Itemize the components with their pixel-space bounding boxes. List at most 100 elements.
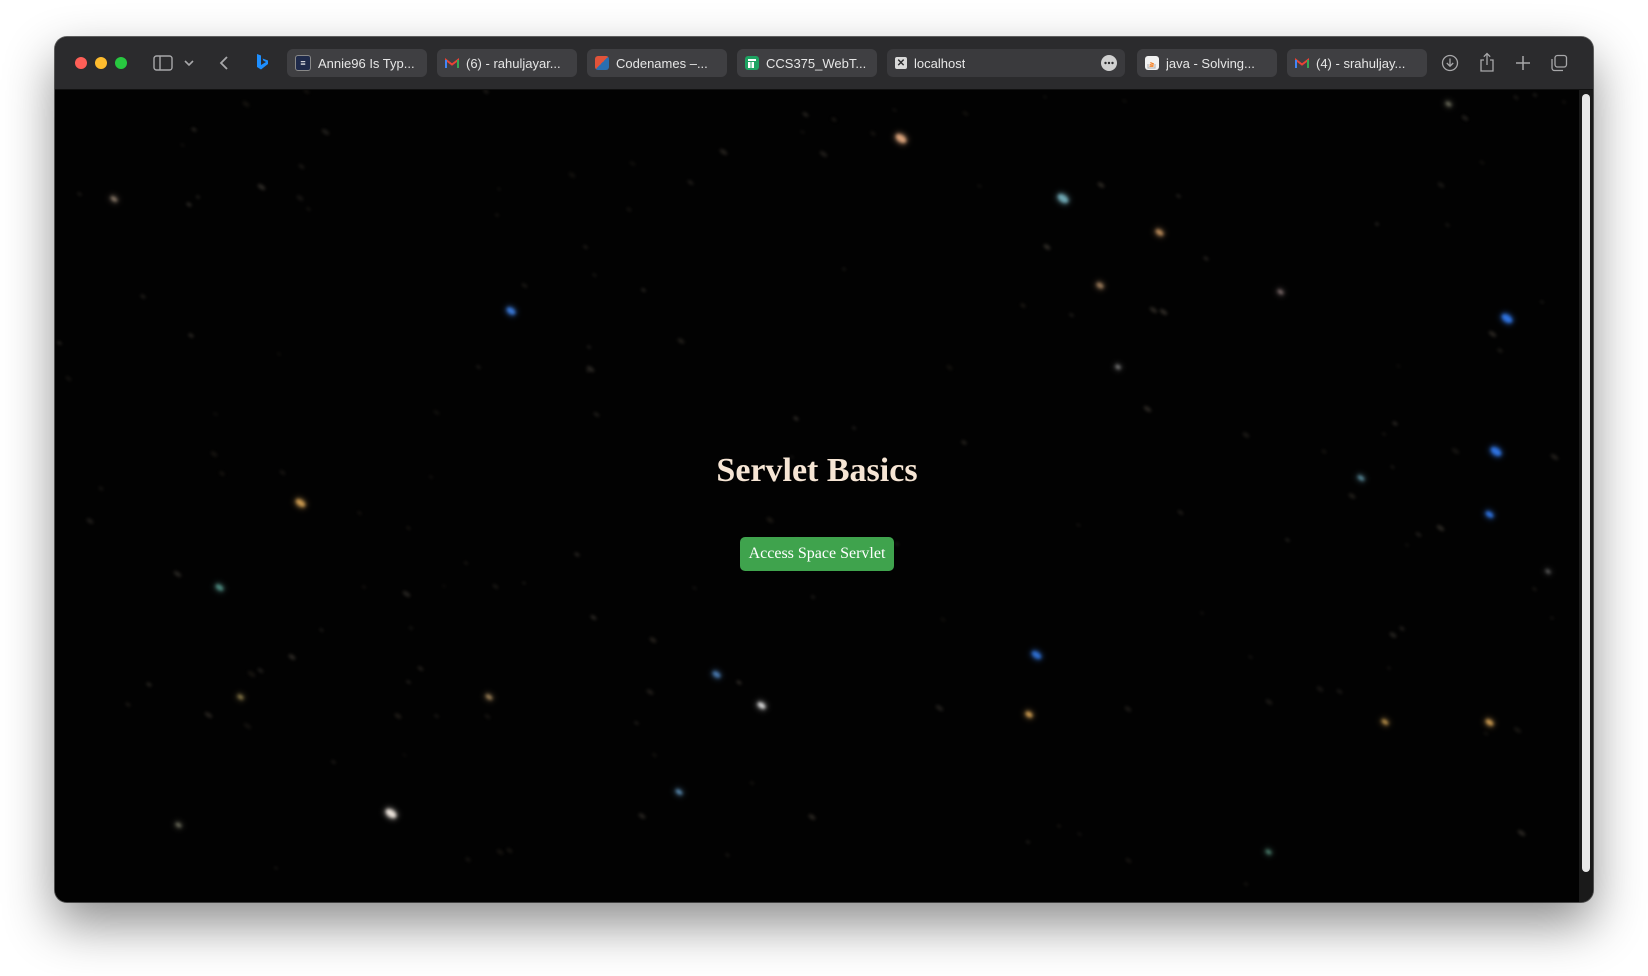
- star: [384, 807, 398, 820]
- dust-speck: [1284, 537, 1291, 543]
- close-window-button[interactable]: [75, 57, 87, 69]
- dust-speck: [212, 411, 219, 417]
- tab-4[interactable]: CCS375_WebT...: [737, 49, 877, 77]
- dust-speck: [1068, 312, 1075, 318]
- tab-2[interactable]: (6) - rahuljayar...: [437, 49, 577, 77]
- dust-speck: [567, 171, 577, 179]
- star: [109, 195, 119, 203]
- dust-speck: [241, 100, 251, 108]
- scrollbar[interactable]: [1579, 90, 1593, 902]
- dust-speck: [1444, 222, 1451, 228]
- sheets-icon: [745, 56, 759, 70]
- dust-speck: [302, 90, 311, 95]
- dust-speck: [482, 90, 490, 95]
- dust-speck: [945, 364, 954, 371]
- stackoverflow-icon: [1145, 56, 1159, 70]
- minimize-window-button[interactable]: [95, 57, 107, 69]
- tab-7[interactable]: (4) - srahuljay...: [1287, 49, 1427, 77]
- star: [1154, 227, 1165, 238]
- dust-speck: [749, 781, 755, 785]
- dust-speck: [185, 201, 193, 208]
- dust-speck: [1124, 857, 1133, 864]
- dust-speck: [651, 752, 658, 758]
- dust-speck: [433, 713, 440, 719]
- dust-speck: [256, 182, 267, 192]
- tab-label: Annie96 Is Typ...: [318, 55, 415, 71]
- star: [894, 132, 908, 145]
- tab-localhost[interactable]: ✕ localhost: [887, 49, 1125, 77]
- dust-speck: [960, 439, 968, 446]
- back-icon[interactable]: [217, 54, 231, 72]
- tab-label: (4) - srahuljay...: [1316, 55, 1406, 71]
- chevron-down-icon[interactable]: [183, 56, 195, 70]
- dust-speck: [640, 287, 647, 293]
- dust-speck: [891, 107, 898, 113]
- dust-speck: [187, 332, 195, 339]
- tab-label: (6) - rahuljayar...: [466, 55, 561, 71]
- dust-speck: [792, 415, 800, 422]
- dust-speck: [203, 710, 214, 720]
- star: [174, 821, 183, 829]
- dust-speck: [401, 589, 412, 599]
- bing-icon[interactable]: [254, 52, 270, 72]
- dust-speck: [1335, 688, 1344, 695]
- dark-doc-icon: ≡: [295, 55, 311, 71]
- dust-speck: [765, 516, 775, 524]
- share-icon[interactable]: [1478, 52, 1496, 72]
- dust-speck: [297, 163, 306, 170]
- dust-speck: [718, 147, 729, 157]
- dust-speck: [1398, 625, 1406, 632]
- star: [1276, 288, 1285, 296]
- dust-speck: [1386, 666, 1392, 670]
- scrollbar-thumb[interactable]: [1582, 94, 1590, 872]
- gmail-icon: [445, 56, 459, 70]
- more-options-icon[interactable]: [1101, 55, 1117, 71]
- dust-speck: [505, 847, 514, 854]
- dust-speck: [483, 713, 492, 720]
- dust-speck: [841, 267, 847, 271]
- dust-speck: [416, 665, 425, 672]
- tab-3[interactable]: Codenames –...: [587, 49, 727, 77]
- dust-speck: [1347, 492, 1357, 500]
- tab-1[interactable]: ≡ Annie96 Is Typ...: [287, 49, 427, 77]
- access-space-servlet-button[interactable]: Access Space Servlet: [740, 537, 894, 571]
- dust-speck: [1247, 654, 1254, 660]
- dust-speck: [56, 340, 63, 346]
- dust-speck: [1532, 93, 1538, 97]
- dust-speck: [1042, 95, 1048, 99]
- close-icon[interactable]: ✕: [895, 57, 907, 69]
- dust-speck: [1123, 705, 1133, 713]
- dust-speck: [521, 581, 527, 585]
- dust-speck: [1516, 828, 1527, 838]
- dust-speck: [1056, 824, 1062, 828]
- star: [505, 305, 517, 317]
- dust-speck: [190, 126, 198, 133]
- dust-speck: [405, 679, 412, 685]
- new-tab-icon[interactable]: [1514, 54, 1532, 72]
- dust-speck: [625, 206, 633, 213]
- dust-speck: [408, 626, 414, 630]
- dust-speck: [1395, 363, 1402, 369]
- dust-speck: [939, 616, 947, 623]
- dust-speck: [320, 127, 331, 137]
- codenames-icon: [595, 56, 609, 70]
- star: [1114, 363, 1122, 371]
- star: [1024, 710, 1034, 719]
- dust-speck: [1388, 631, 1398, 639]
- download-icon[interactable]: [1441, 54, 1459, 72]
- dust-speck: [1315, 685, 1325, 693]
- sidebar-icon[interactable]: [153, 55, 173, 71]
- tab-overview-icon[interactable]: [1550, 54, 1568, 72]
- dust-speck: [405, 525, 412, 531]
- dust-speck: [246, 669, 257, 679]
- dust-speck: [441, 584, 447, 588]
- dust-speck: [318, 627, 325, 633]
- dust-speck: [242, 721, 253, 731]
- tab-6[interactable]: java - Solving...: [1137, 49, 1277, 77]
- dust-speck: [591, 272, 598, 278]
- browser-window: ≡ Annie96 Is Typ... (6) - rahuljayar... …: [55, 37, 1593, 902]
- dust-speck: [648, 636, 658, 644]
- dust-speck: [1404, 543, 1410, 547]
- maximize-window-button[interactable]: [115, 57, 127, 69]
- dust-speck: [1176, 509, 1185, 516]
